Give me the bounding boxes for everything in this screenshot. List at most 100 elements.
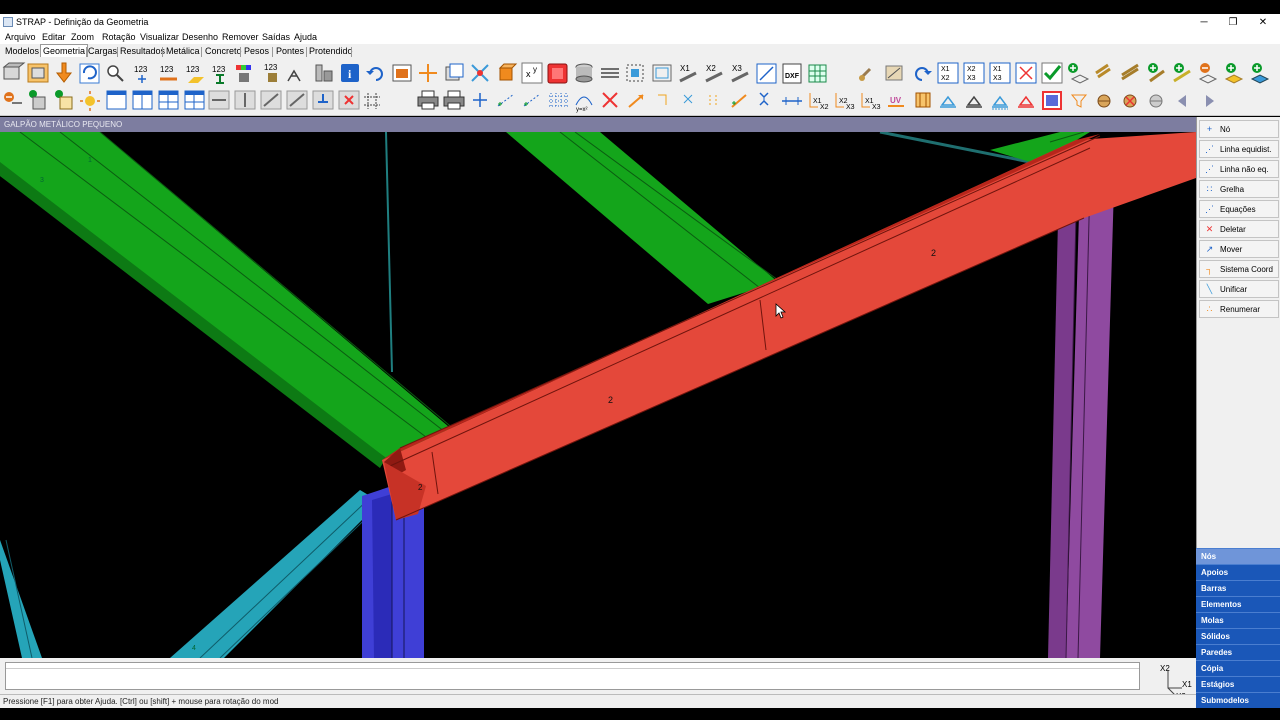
category-submodelos[interactable]: Submodelos xyxy=(1196,692,1280,708)
print-icon[interactable] xyxy=(417,90,439,110)
command-linha-equidist[interactable]: ⋰ Linha equidist. xyxy=(1199,140,1279,158)
node-line2-icon[interactable] xyxy=(523,93,541,107)
tab-concreto[interactable]: Concreto xyxy=(205,46,242,56)
category-nos[interactable]: Nós xyxy=(1196,548,1280,564)
add-solid-block-icon[interactable] xyxy=(55,90,73,110)
purple-column[interactable] xyxy=(1048,178,1114,658)
print-preview-icon[interactable] xyxy=(443,90,465,110)
view-3d-icon[interactable] xyxy=(2,62,26,80)
equation-icon[interactable]: y=x² xyxy=(575,96,593,113)
move-icon[interactable] xyxy=(419,64,437,82)
coil-grey-icon[interactable] xyxy=(1149,94,1163,108)
tab-metalica[interactable]: Metálica xyxy=(166,46,200,56)
rule-lines-icon[interactable] xyxy=(601,68,619,78)
node-numbers-icon[interactable]: 123 xyxy=(134,65,148,83)
rotate-x2x3-icon[interactable]: X2X3 xyxy=(835,93,855,111)
redo-icon[interactable] xyxy=(915,67,932,81)
vertical-bar-icon[interactable] xyxy=(234,90,256,110)
previous-icon[interactable] xyxy=(1178,95,1186,107)
support-pinned-icon[interactable] xyxy=(940,95,956,108)
category-copia[interactable]: Cópia xyxy=(1196,660,1280,676)
tab-cargas[interactable]: Cargas xyxy=(88,46,117,56)
grid-snap-icon[interactable] xyxy=(364,93,380,109)
sun-icon[interactable] xyxy=(80,91,100,111)
remove-element-icon[interactable] xyxy=(1198,63,1218,84)
rotate-x1x3-icon[interactable]: X1X3 xyxy=(861,93,881,111)
command-input[interactable] xyxy=(5,662,1140,690)
add-cube-icon[interactable] xyxy=(29,90,46,110)
category-elementos[interactable]: Elementos xyxy=(1196,596,1280,612)
category-paredes[interactable]: Paredes xyxy=(1196,644,1280,660)
diagonal-bar2-icon[interactable] xyxy=(286,90,308,110)
command-mover[interactable]: ↗ Mover xyxy=(1199,240,1279,258)
move-node-icon[interactable] xyxy=(628,94,644,108)
element-numbers-icon[interactable]: 123 xyxy=(186,65,204,83)
tab-protendido[interactable]: Protendido xyxy=(309,46,353,56)
green-member-right[interactable] xyxy=(506,132,779,304)
menu-arquivo[interactable]: Arquivo xyxy=(5,32,36,42)
renumber-icon[interactable] xyxy=(709,95,717,107)
remove-node-icon[interactable] xyxy=(1095,63,1111,79)
diagonal-bar-icon[interactable] xyxy=(260,90,282,110)
window-single-icon[interactable] xyxy=(106,90,127,110)
x3-rotate-icon[interactable]: X3 xyxy=(731,64,749,83)
select-frame-icon[interactable] xyxy=(1042,91,1062,110)
rectangle-select-icon[interactable] xyxy=(652,64,672,82)
hh-dims-icon[interactable] xyxy=(759,92,769,106)
zoom-icon[interactable] xyxy=(107,65,124,82)
cylinder-icon[interactable] xyxy=(575,63,593,83)
x1x3-plane-icon[interactable]: X1X3 xyxy=(989,62,1011,84)
command-equacoes[interactable]: ⋰ Equações xyxy=(1199,200,1279,218)
window-triple-icon[interactable] xyxy=(158,90,179,110)
category-molas[interactable]: Molas xyxy=(1196,612,1280,628)
window-vsplit-icon[interactable] xyxy=(132,90,153,110)
red-cube-icon[interactable] xyxy=(547,63,568,84)
horizontal-bar-icon[interactable] xyxy=(208,90,230,110)
maximize-button[interactable]: ❐ xyxy=(1219,15,1247,30)
dxf-icon[interactable]: DXF xyxy=(782,63,802,84)
explode-icon[interactable] xyxy=(471,64,489,82)
tab-geometria[interactable]: Geometria xyxy=(40,44,89,57)
add-node-icon[interactable] xyxy=(1068,63,1090,84)
merge-node-icon[interactable] xyxy=(683,94,693,104)
section-numbers-icon[interactable]: 123 xyxy=(212,65,226,84)
scale-view-icon[interactable] xyxy=(756,63,777,84)
material-numbers-icon[interactable]: 123 xyxy=(264,63,278,82)
next-icon[interactable] xyxy=(1206,95,1214,107)
color-bars-icon[interactable] xyxy=(236,65,251,82)
view-3d-select-icon[interactable] xyxy=(27,63,49,83)
menu-rotacao[interactable]: Rotação xyxy=(102,32,136,42)
tab-modelos[interactable]: Modelos xyxy=(5,46,39,56)
dotted-box-icon[interactable] xyxy=(626,64,644,82)
category-estagios[interactable]: Estágios xyxy=(1196,676,1280,692)
coord-system-icon[interactable] xyxy=(658,94,667,105)
node-grid-icon[interactable] xyxy=(549,93,568,107)
cube-icon[interactable] xyxy=(498,63,518,81)
add-element-icon[interactable] xyxy=(1173,63,1191,83)
delete-node-icon[interactable] xyxy=(602,92,618,108)
extend-icon[interactable] xyxy=(731,94,747,108)
check-icon[interactable] xyxy=(1041,62,1063,84)
menu-visualizar[interactable]: Visualizar xyxy=(140,32,179,42)
command-renumerar[interactable]: ∴ Renumerar xyxy=(1199,300,1279,318)
tab-pesos[interactable]: Pesos xyxy=(244,46,269,56)
delete-bar-icon[interactable] xyxy=(338,90,360,110)
filter-icon[interactable] xyxy=(1070,94,1088,108)
grid-table-icon[interactable] xyxy=(808,64,827,83)
undo-icon[interactable] xyxy=(366,67,383,81)
command-grelha[interactable]: ∷ Grelha xyxy=(1199,180,1279,198)
truss-icon[interactable] xyxy=(287,69,301,82)
support-spring-icon[interactable] xyxy=(992,95,1008,110)
menu-saidas[interactable]: Saídas xyxy=(262,32,290,42)
menu-zoom[interactable]: Zoom xyxy=(71,32,94,42)
building-icon[interactable] xyxy=(915,92,931,108)
explode-view-icon[interactable] xyxy=(1015,62,1037,84)
add-bar-icon[interactable] xyxy=(1148,63,1165,83)
node-line-icon[interactable] xyxy=(497,93,515,107)
support-delete-icon[interactable] xyxy=(1018,95,1034,108)
rotate-x1x2-icon[interactable]: X1X2 xyxy=(809,93,829,111)
close-button[interactable]: ✕ xyxy=(1249,15,1277,30)
minimize-button[interactable]: ─ xyxy=(1190,15,1218,30)
tab-resultados[interactable]: Resultados xyxy=(120,46,165,56)
category-apoios[interactable]: Apoios xyxy=(1196,564,1280,580)
